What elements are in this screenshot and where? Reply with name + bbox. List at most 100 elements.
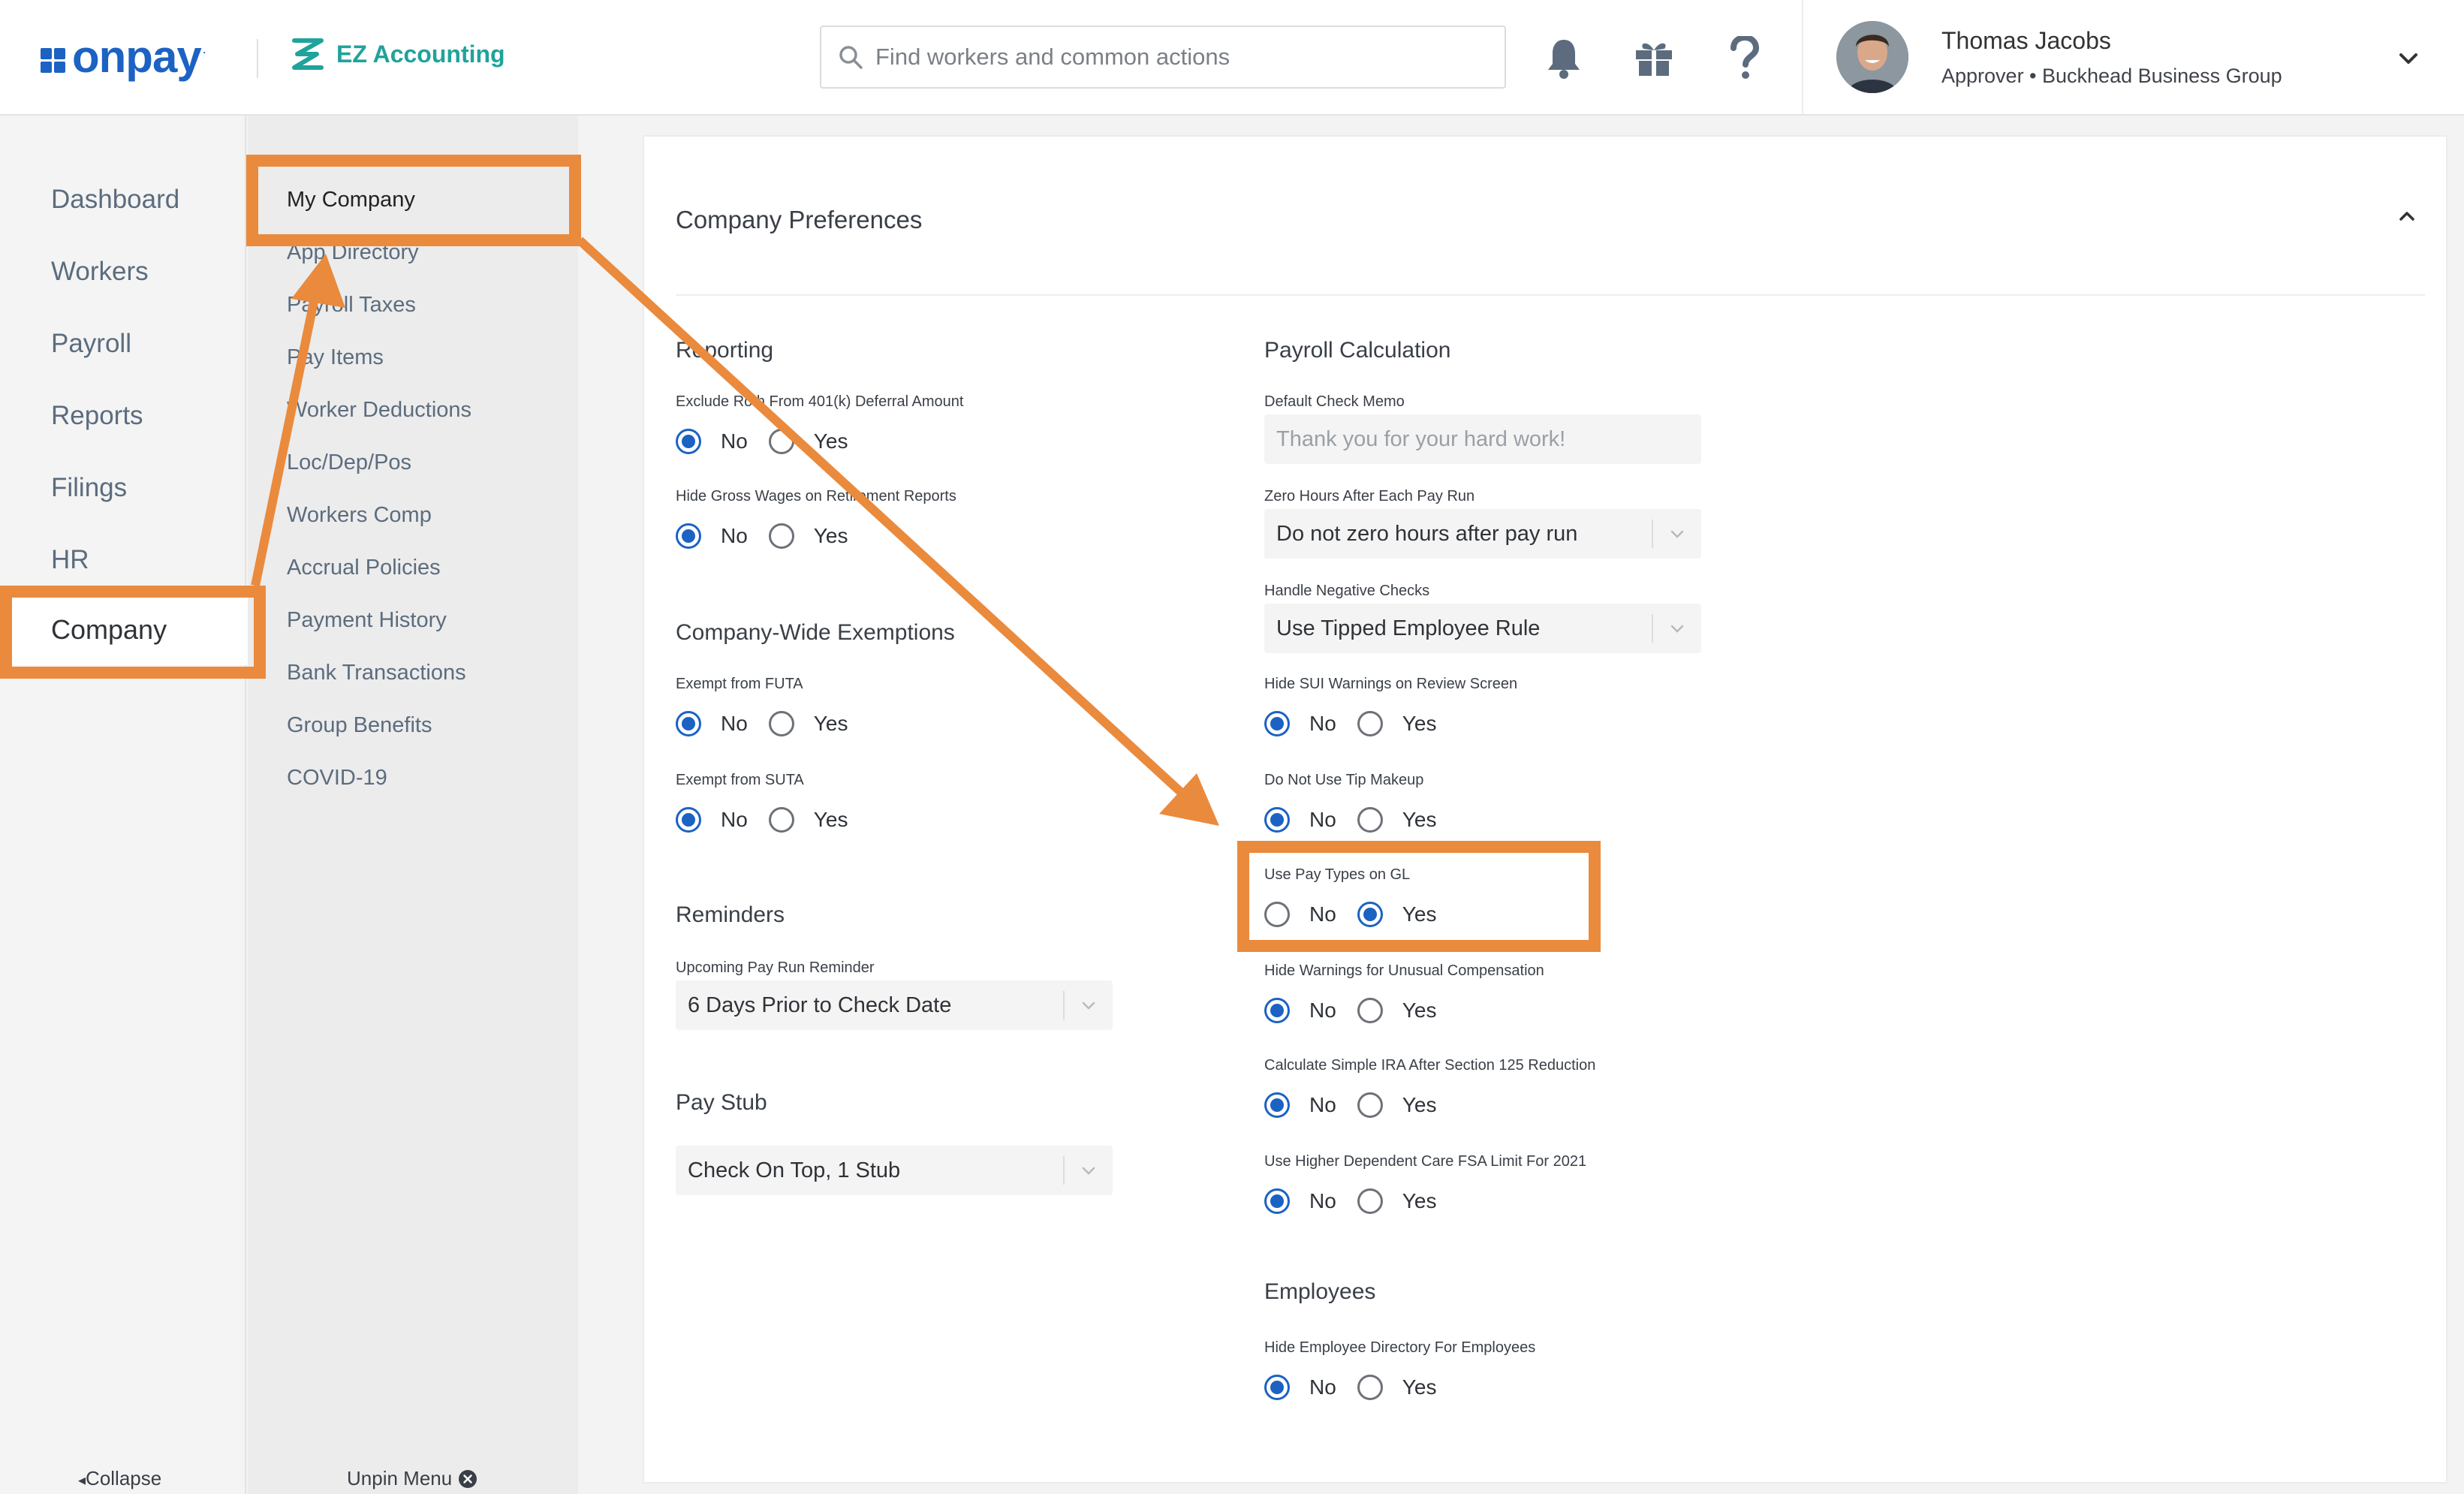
- exemptions-title: Company-Wide Exemptions: [676, 620, 955, 645]
- chevron-down-icon: [1065, 1160, 1113, 1181]
- field-label-negative-checks: Handle Negative Checks: [1264, 583, 1430, 599]
- gift-button[interactable]: [1629, 33, 1679, 83]
- field-label-exempt-futa: Exempt from FUTA: [676, 676, 803, 692]
- nav-item-workers[interactable]: Workers: [51, 257, 149, 287]
- field-label-fsa-limit: Use Higher Dependent Care FSA Limit For …: [1264, 1153, 1587, 1170]
- chevron-down-icon: [1653, 618, 1701, 639]
- select-value: Do not zero hours after pay run: [1276, 521, 1578, 546]
- field-label-zero-hours: Zero Hours After Each Pay Run: [1264, 488, 1475, 505]
- radio-no[interactable]: [676, 807, 701, 833]
- ez-accounting-icon: [292, 38, 324, 70]
- subnav-item-covid-19[interactable]: COVID-19: [287, 766, 387, 791]
- radio-yes[interactable]: [768, 711, 794, 736]
- radio-no[interactable]: [676, 429, 701, 454]
- collapse-card-button[interactable]: [2393, 203, 2420, 233]
- radio-label-no: No: [1309, 999, 1336, 1022]
- search-input[interactable]: [875, 44, 1491, 71]
- select-value: Use Tipped Employee Rule: [1276, 616, 1541, 640]
- subnav-item-group-benefits[interactable]: Group Benefits: [287, 713, 432, 738]
- field-label-check-memo: Default Check Memo: [1264, 393, 1405, 410]
- negative-checks-select[interactable]: Use Tipped Employee Rule: [1264, 604, 1701, 653]
- radio-yes[interactable]: [1357, 1188, 1383, 1214]
- radio-no[interactable]: [1264, 998, 1290, 1023]
- radio-yes[interactable]: [768, 807, 794, 833]
- radio-no[interactable]: [676, 523, 701, 549]
- field-label-upcoming-reminder: Upcoming Pay Run Reminder: [676, 959, 875, 976]
- subnav-item-workers-comp[interactable]: Workers Comp: [287, 503, 432, 528]
- radio-yes[interactable]: [1357, 1092, 1383, 1118]
- radio-label-no: No: [1309, 808, 1336, 831]
- nav-item-hr[interactable]: HR: [51, 545, 89, 575]
- radio-no[interactable]: [1264, 1188, 1290, 1214]
- logo-divider: [257, 39, 258, 78]
- gift-icon: [1636, 43, 1672, 76]
- subnav-item-loc-dep-pos[interactable]: Loc/Dep/Pos: [287, 450, 411, 475]
- field-label-hide-sui-warnings: Hide SUI Warnings on Review Screen: [1264, 676, 1518, 692]
- radio-label-no: No: [721, 712, 748, 735]
- help-button[interactable]: [1719, 33, 1769, 83]
- subnav-item-payment-history[interactable]: Payment History: [287, 608, 447, 633]
- radio-label-no: No: [1309, 1375, 1336, 1399]
- user-role: Approver • Buckhead Business Group: [1941, 65, 2282, 87]
- unpin-label: Unpin Menu: [347, 1467, 453, 1489]
- logo-mark-icon: [41, 48, 68, 75]
- nav-item-filings[interactable]: Filings: [51, 473, 127, 503]
- nav-item-payroll[interactable]: Payroll: [51, 329, 131, 359]
- collapse-button[interactable]: ◂Collapse: [78, 1467, 161, 1490]
- onpay-logo[interactable]: onpay .: [41, 30, 206, 83]
- radio-group-exempt-suta: No Yes: [676, 805, 869, 835]
- radio-yes[interactable]: [1357, 807, 1383, 833]
- field-label-exclude-roth: Exclude Roth From 401(k) Deferral Amount: [676, 393, 964, 410]
- radio-yes[interactable]: [1357, 998, 1383, 1023]
- user-avatar-icon: [1836, 21, 1908, 93]
- search-box[interactable]: [820, 26, 1506, 89]
- radio-no[interactable]: [1264, 711, 1290, 736]
- subnav-item-accrual-policies[interactable]: Accrual Policies: [287, 556, 441, 580]
- radio-no[interactable]: [1264, 807, 1290, 833]
- radio-group-exclude-roth: No Yes: [676, 426, 869, 456]
- radio-group-hide-gross-wages: No Yes: [676, 521, 869, 551]
- reporting-title: Reporting: [676, 338, 774, 363]
- zero-hours-select[interactable]: Do not zero hours after pay run: [1264, 509, 1701, 559]
- subnav-item-worker-deductions[interactable]: Worker Deductions: [287, 398, 471, 423]
- radio-label-no: No: [721, 808, 748, 831]
- avatar[interactable]: [1836, 21, 1908, 93]
- partner-name: EZ Accounting: [336, 40, 505, 68]
- radio-yes[interactable]: [1357, 711, 1383, 736]
- radio-yes[interactable]: [768, 429, 794, 454]
- paystub-select[interactable]: Check On Top, 1 Stub: [676, 1146, 1113, 1195]
- radio-no[interactable]: [676, 711, 701, 736]
- upcoming-reminder-select[interactable]: 6 Days Prior to Check Date: [676, 980, 1113, 1030]
- user-name: Thomas Jacobs: [1941, 27, 2111, 54]
- payroll-calculation-title: Payroll Calculation: [1264, 338, 1451, 363]
- partner-logo: EZ Accounting: [287, 33, 505, 75]
- user-menu-button[interactable]: [2393, 44, 2423, 74]
- notifications-button[interactable]: [1539, 33, 1589, 83]
- field-label-employee-directory: Hide Employee Directory For Employees: [1264, 1339, 1536, 1356]
- radio-group-unusual-compensation: No Yes: [1264, 995, 1457, 1026]
- top-bar: onpay . EZ Accounting Find workers and c…: [0, 0, 2464, 116]
- radio-label-yes: Yes: [1402, 999, 1437, 1022]
- nav-item-dashboard[interactable]: Dashboard: [51, 185, 179, 215]
- chevron-down-icon: [2399, 53, 2417, 64]
- radio-yes[interactable]: [768, 523, 794, 549]
- radio-no[interactable]: [1264, 1375, 1290, 1400]
- nav-item-reports[interactable]: Reports: [51, 401, 143, 431]
- search-icon: [839, 46, 863, 69]
- employees-title: Employees: [1264, 1279, 1376, 1304]
- bell-icon: [1548, 40, 1580, 79]
- highlight-my-company: [246, 155, 581, 246]
- unpin-menu-button[interactable]: Unpin Menu: [347, 1467, 477, 1490]
- radio-label-yes: Yes: [1402, 1093, 1437, 1116]
- highlight-company-nav: [0, 586, 266, 679]
- main-content: Company Preferences Reporting Exclude Ro…: [578, 116, 2464, 1494]
- subnav-item-pay-items[interactable]: Pay Items: [287, 345, 384, 370]
- check-memo-input[interactable]: [1264, 414, 1701, 464]
- company-subnav: My Company App Directory Payroll Taxes P…: [248, 116, 578, 1494]
- field-label-tip-makeup: Do Not Use Tip Makeup: [1264, 772, 1424, 788]
- subnav-item-bank-transactions[interactable]: Bank Transactions: [287, 661, 466, 685]
- radio-yes[interactable]: [1357, 1375, 1383, 1400]
- radio-label-yes: Yes: [813, 712, 848, 735]
- subnav-item-payroll-taxes[interactable]: Payroll Taxes: [287, 293, 416, 318]
- radio-no[interactable]: [1264, 1092, 1290, 1118]
